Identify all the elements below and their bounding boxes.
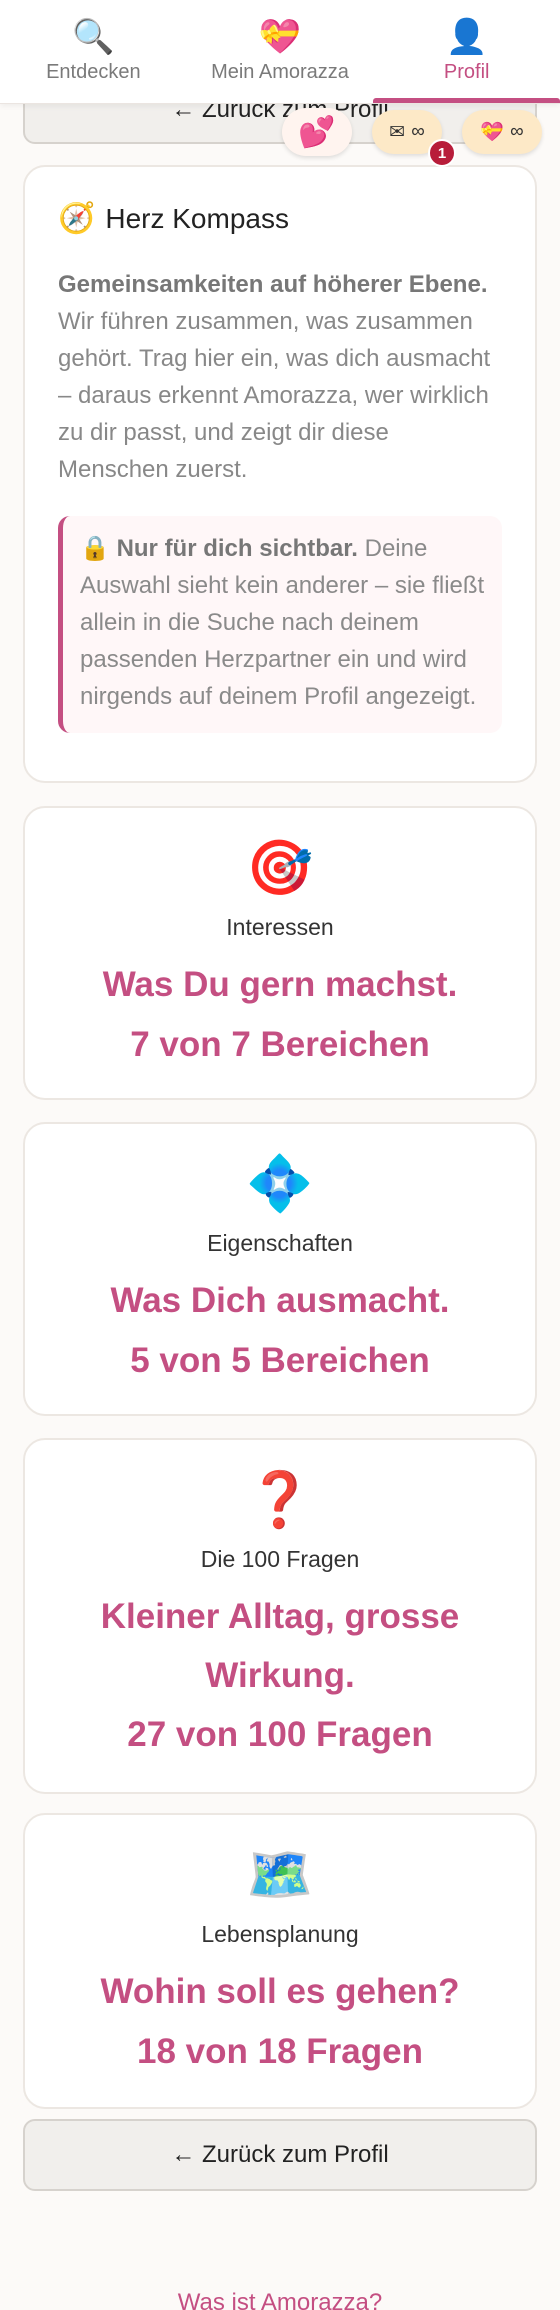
question-mark-icon: ❓	[246, 1470, 314, 1530]
two-hearts-icon: 💕	[298, 115, 336, 149]
tab-mein-amorazza[interactable]: 💝 Mein Amorazza	[187, 0, 374, 103]
map-icon: 🗺️	[246, 1845, 314, 1905]
tab-entdecken[interactable]: 🔍 Entdecken	[0, 0, 187, 103]
heart-gift-icon: 💝	[480, 122, 505, 143]
tab-label: Mein Amorazza	[211, 61, 349, 83]
category-card-eigenschaften[interactable]: 💠 Eigenschaften Was Dich ausmacht. 5 von…	[23, 1122, 537, 1416]
heart-gift-icon: 💝	[258, 18, 302, 56]
target-icon: 🎯	[246, 838, 314, 898]
diamond-icon: 💠	[246, 1154, 314, 1214]
category-label: Eigenschaften	[207, 1230, 353, 1256]
tab-profil[interactable]: 👤 Profil	[373, 0, 560, 103]
category-headline: Was Dich ausmacht.	[110, 1281, 450, 1320]
search-icon: 🔍	[72, 18, 115, 56]
intro-heading: 🧭 Herz Kompass	[58, 201, 502, 236]
category-headline: Wohin soll es gehen?	[100, 1972, 460, 2011]
intro-lead-text: Wir führen zusammen, was zusammen gehört…	[58, 308, 491, 483]
intro-lead-bold: Gemeinsamkeiten auf höherer Ebene.	[58, 271, 488, 298]
category-progress: 5 von 5 Bereichen	[130, 1341, 430, 1380]
tab-label: Entdecken	[46, 61, 141, 83]
hearts-badge[interactable]: 💕	[282, 108, 352, 156]
category-progress: 7 von 7 Bereichen	[130, 1025, 430, 1064]
messages-count: ∞	[411, 121, 425, 142]
top-navigation: 🔍 Entdecken 💝 Mein Amorazza 👤 Profil	[0, 0, 560, 104]
intro-description: Gemeinsamkeiten auf höherer Ebene. Wir f…	[58, 266, 502, 488]
user-icon: 👤	[445, 18, 488, 56]
envelope-icon: ✉	[389, 121, 406, 143]
category-label: Die 100 Fragen	[200, 1546, 360, 1572]
category-card-100-fragen[interactable]: ❓ Die 100 Fragen Kleiner Alltag, grosse …	[23, 1438, 537, 1794]
lock-icon: 🔒	[80, 535, 110, 562]
gifts-count: ∞	[510, 121, 524, 142]
category-card-interessen[interactable]: 🎯 Interessen Was Du gern machst. 7 von 7…	[23, 806, 537, 1100]
compass-icon: 🧭	[58, 202, 96, 235]
category-progress: 18 von 18 Fragen	[137, 2032, 423, 2071]
back-to-profile-button[interactable]: ← Zurück zum Profil	[23, 2119, 537, 2191]
category-headline: Kleiner Alltag, grosse Wirkung.	[100, 1597, 460, 1695]
tab-label: Profil	[443, 61, 490, 83]
privacy-notice: 🔒 Nur für dich sichtbar. Deine Auswahl s…	[58, 516, 502, 733]
what-is-amorazza-link[interactable]: Was ist Amorazza?	[0, 2289, 560, 2310]
category-headline: Was Du gern machst.	[102, 965, 458, 1004]
privacy-notice-bold: Nur für dich sichtbar.	[116, 535, 358, 562]
category-label: Lebensplanung	[201, 1921, 359, 1947]
herz-kompass-intro-card: 🧭 Herz Kompass Gemeinsamkeiten auf höher…	[23, 165, 537, 783]
category-card-lebensplanung[interactable]: 🗺️ Lebensplanung Wohin soll es gehen? 18…	[23, 1813, 537, 2109]
intro-title: Herz Kompass	[105, 202, 289, 234]
notification-count-badge: 1	[428, 139, 456, 167]
category-label: Interessen	[226, 914, 334, 940]
category-progress: 27 von 100 Fragen	[127, 1715, 433, 1754]
gifts-badge[interactable]: 💝 ∞	[462, 110, 542, 154]
